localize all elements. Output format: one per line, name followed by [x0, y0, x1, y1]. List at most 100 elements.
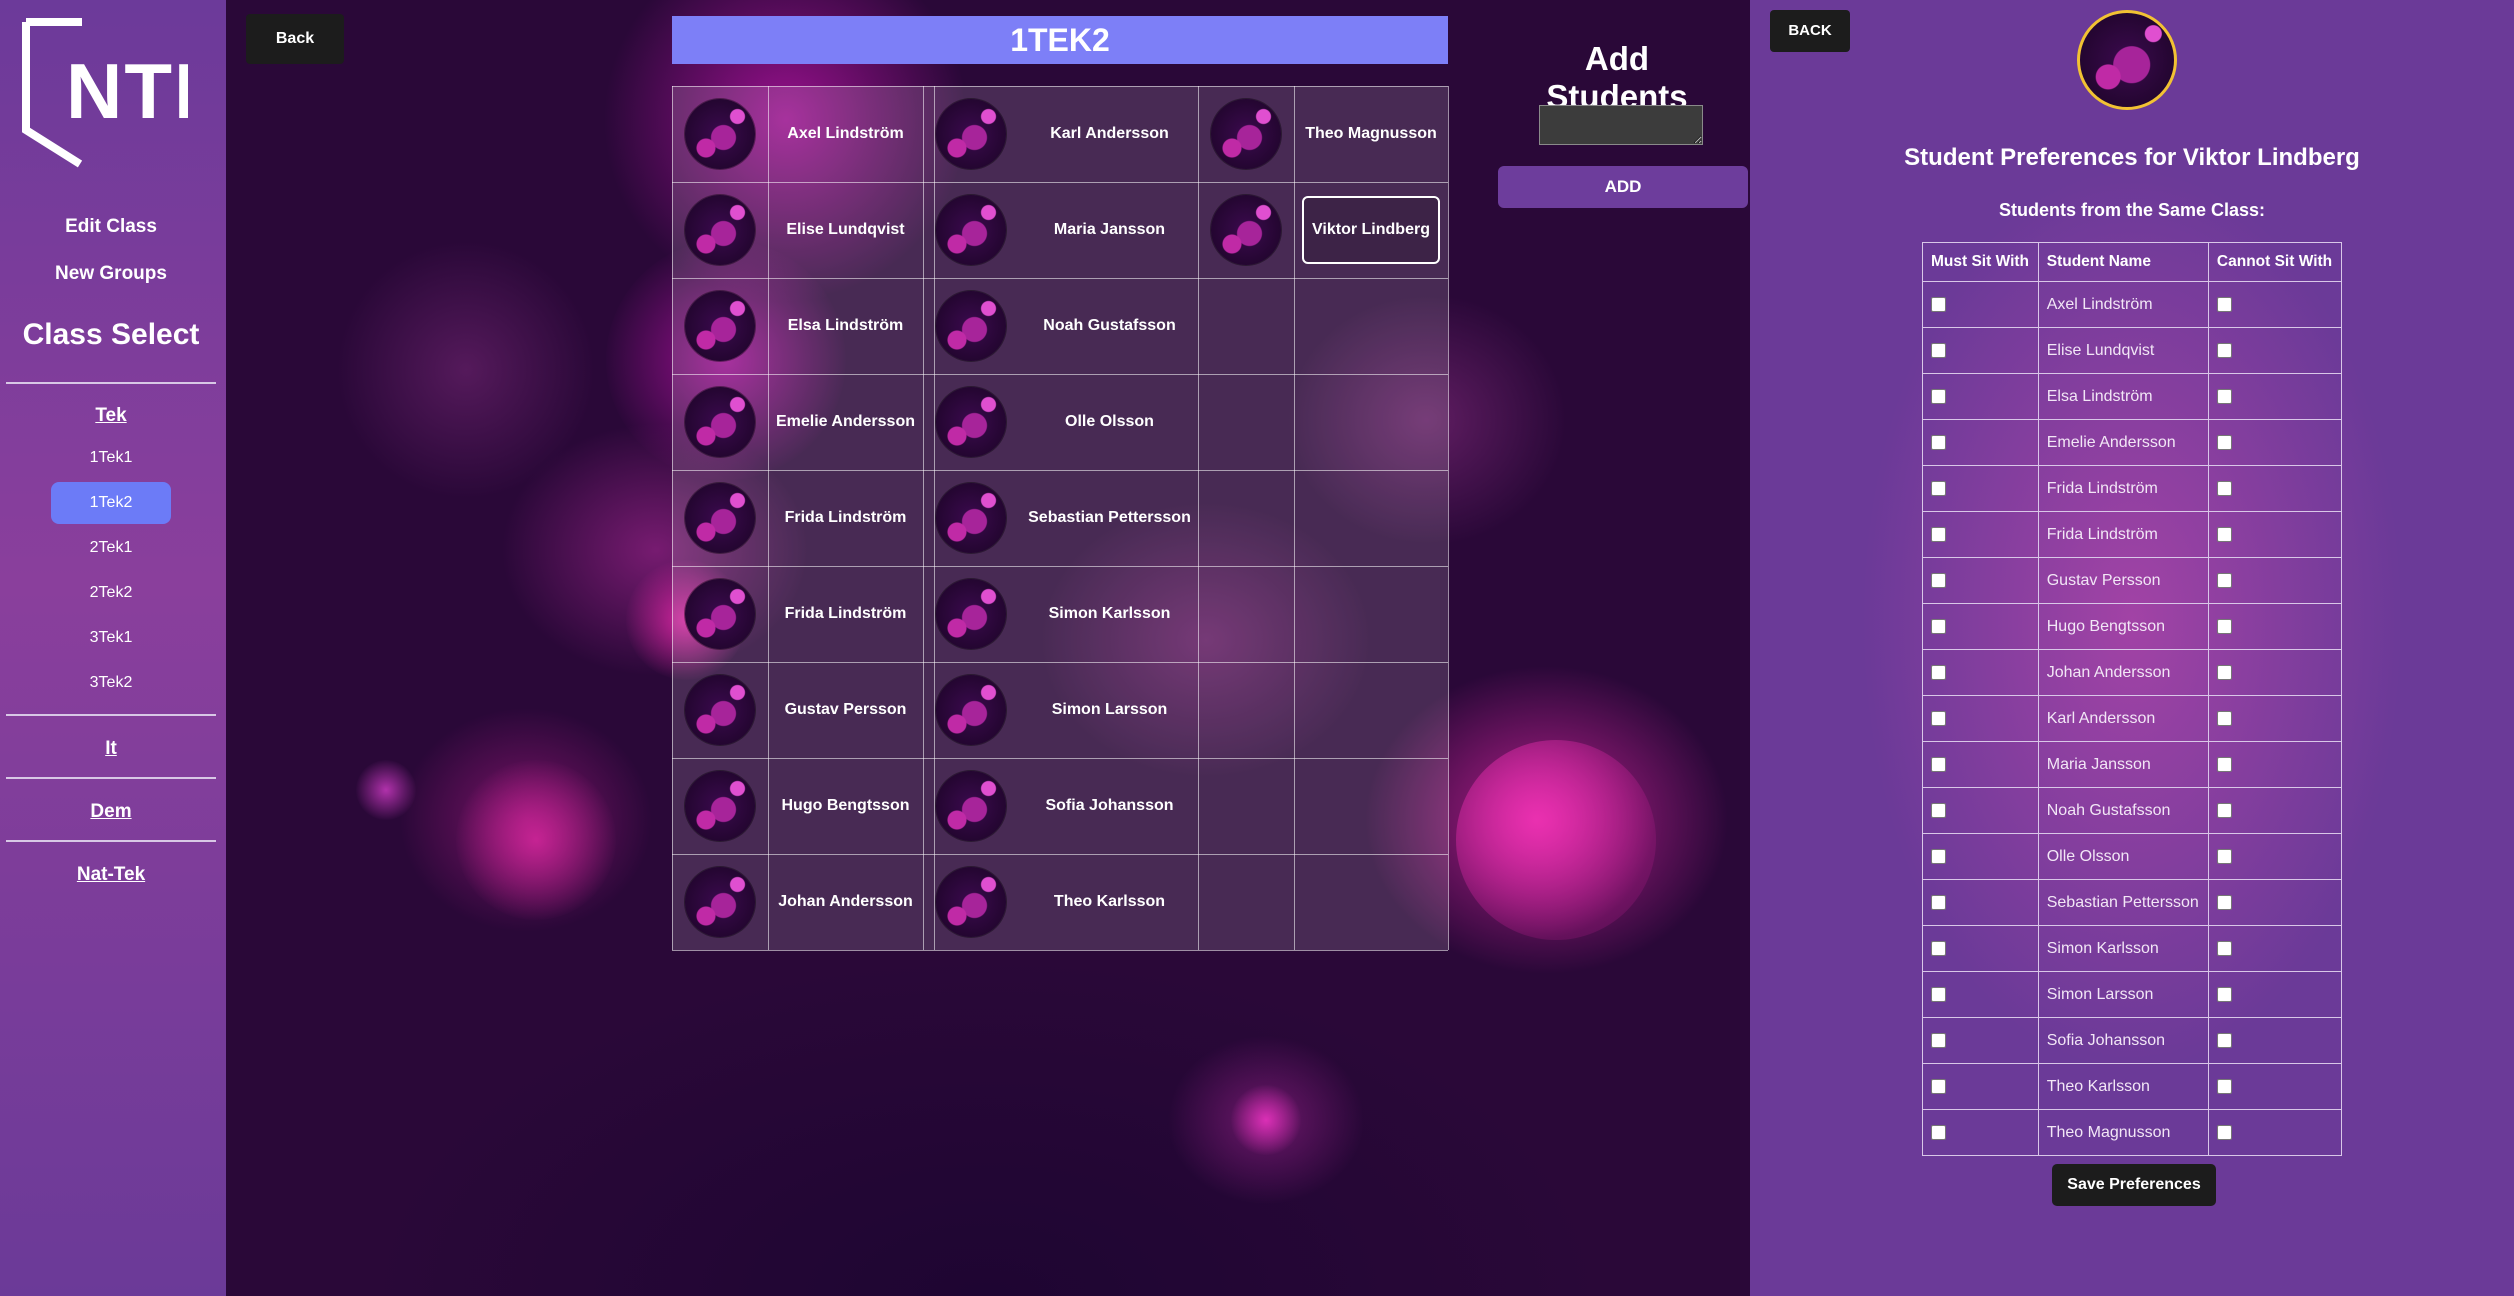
- student-seat[interactable]: Gustav Persson: [768, 662, 923, 758]
- student-name-cell: Karl Andersson: [2037, 695, 2209, 742]
- add-button[interactable]: ADD: [1498, 166, 1748, 208]
- must-sit-with-checkbox[interactable]: [1931, 1032, 1946, 1048]
- must-sit-with-checkbox[interactable]: [1931, 894, 1946, 910]
- save-preferences-button[interactable]: Save Preferences: [2052, 1164, 2216, 1206]
- cannot-sit-with-checkbox[interactable]: [2216, 894, 2232, 910]
- back-button[interactable]: BACK: [1770, 10, 1850, 52]
- must-sit-with-checkbox[interactable]: [1931, 940, 1946, 956]
- class-title: 1TEK2: [672, 16, 1448, 64]
- student-seat[interactable]: Frida Lindström: [768, 566, 923, 662]
- student-seat[interactable]: Johan Andersson: [768, 854, 923, 950]
- group-tek[interactable]: Tek: [0, 405, 222, 427]
- cannot-sit-cell: [2207, 695, 2343, 742]
- cannot-sit-with-checkbox[interactable]: [2216, 1032, 2232, 1048]
- class-item-1tek2[interactable]: 1Tek2: [51, 482, 171, 524]
- student-seat[interactable]: Sofia Johansson: [1021, 758, 1198, 854]
- cannot-sit-with-checkbox[interactable]: [2216, 434, 2232, 450]
- must-sit-with-checkbox[interactable]: [1931, 480, 1946, 496]
- student-avatar: [936, 195, 1006, 265]
- background-bubble: [1456, 740, 1656, 940]
- student-seat[interactable]: Maria Jansson: [1021, 182, 1198, 278]
- must-sit-with-checkbox[interactable]: [1931, 342, 1946, 358]
- cannot-sit-cell: [2207, 649, 2343, 696]
- student-seat[interactable]: Viktor Lindberg: [1294, 182, 1448, 278]
- cannot-sit-with-checkbox[interactable]: [2216, 296, 2232, 312]
- cannot-sit-with-checkbox[interactable]: [2216, 940, 2232, 956]
- class-item-3tek1[interactable]: 3Tek1: [0, 629, 222, 647]
- table-row: Johan Andersson: [1922, 649, 2343, 696]
- group-it[interactable]: It: [0, 738, 222, 760]
- student-name-cell: Maria Jansson: [2037, 741, 2209, 788]
- grid-line: [923, 86, 924, 950]
- class-item-2tek1[interactable]: 2Tek1: [0, 539, 222, 557]
- must-sit-cell: [1922, 511, 2039, 558]
- grid-line: [672, 86, 673, 950]
- must-sit-with-checkbox[interactable]: [1931, 802, 1946, 818]
- student-seat[interactable]: Theo Magnusson: [1294, 86, 1448, 182]
- must-sit-with-checkbox[interactable]: [1931, 572, 1946, 588]
- cannot-sit-with-checkbox[interactable]: [2216, 618, 2232, 634]
- must-sit-with-checkbox[interactable]: [1931, 618, 1946, 634]
- main-area: Back 1TEK2 Axel Lindström Elise Lundqvist…: [226, 0, 1750, 1296]
- must-sit-with-checkbox[interactable]: [1931, 848, 1946, 864]
- cannot-sit-with-checkbox[interactable]: [2216, 480, 2232, 496]
- student-avatar: [936, 675, 1006, 745]
- cannot-sit-with-checkbox[interactable]: [2216, 572, 2232, 588]
- cannot-sit-cell: [2207, 833, 2343, 880]
- class-item-3tek2[interactable]: 3Tek2: [0, 674, 222, 692]
- add-student-input[interactable]: [1539, 105, 1703, 145]
- student-seat[interactable]: Elsa Lindström: [768, 278, 923, 374]
- new-groups-link[interactable]: New Groups: [0, 263, 222, 285]
- cannot-sit-with-checkbox[interactable]: [2216, 802, 2232, 818]
- student-seat[interactable]: Sebastian Pettersson: [1021, 470, 1198, 566]
- group-dem[interactable]: Dem: [0, 801, 222, 823]
- student-seat[interactable]: Elise Lundqvist: [768, 182, 923, 278]
- preferences-panel: BACK Student Preferences for Viktor Lind…: [1750, 0, 2514, 1296]
- group-nat-tek[interactable]: Nat-Tek: [0, 864, 222, 886]
- student-avatar: [936, 771, 1006, 841]
- back-button[interactable]: Back: [246, 14, 344, 64]
- must-sit-with-checkbox[interactable]: [1931, 434, 1946, 450]
- must-sit-cell: [1922, 603, 2039, 650]
- cannot-sit-with-checkbox[interactable]: [2216, 756, 2232, 772]
- cannot-sit-with-checkbox[interactable]: [2216, 1124, 2232, 1140]
- cannot-sit-with-checkbox[interactable]: [2216, 848, 2232, 864]
- student-seat[interactable]: Hugo Bengtsson: [768, 758, 923, 854]
- student-seat[interactable]: Theo Karlsson: [1021, 854, 1198, 950]
- student-seat[interactable]: Frida Lindström: [768, 470, 923, 566]
- must-sit-with-checkbox[interactable]: [1931, 664, 1946, 680]
- student-seat[interactable]: Emelie Andersson: [768, 374, 923, 470]
- must-sit-cell: [1922, 1063, 2039, 1110]
- student-name-cell: Theo Karlsson: [2037, 1063, 2209, 1110]
- cannot-sit-with-checkbox[interactable]: [2216, 710, 2232, 726]
- selected-student-seat[interactable]: Viktor Lindberg: [1302, 196, 1440, 264]
- must-sit-with-checkbox[interactable]: [1931, 388, 1946, 404]
- student-avatar: [685, 579, 755, 649]
- class-item-2tek2[interactable]: 2Tek2: [0, 584, 222, 602]
- must-sit-with-checkbox[interactable]: [1931, 1124, 1946, 1140]
- student-seat[interactable]: Simon Karlsson: [1021, 566, 1198, 662]
- class-item-1tek1[interactable]: 1Tek1: [0, 449, 222, 467]
- cannot-sit-with-checkbox[interactable]: [2216, 664, 2232, 680]
- must-sit-with-checkbox[interactable]: [1931, 986, 1946, 1002]
- student-seat[interactable]: Simon Larsson: [1021, 662, 1198, 758]
- cannot-sit-with-checkbox[interactable]: [2216, 342, 2232, 358]
- cannot-sit-with-checkbox[interactable]: [2216, 388, 2232, 404]
- student-seat[interactable]: Karl Andersson: [1021, 86, 1198, 182]
- must-sit-with-checkbox[interactable]: [1931, 1078, 1946, 1094]
- student-name-cell: Johan Andersson: [2037, 649, 2209, 696]
- edit-class-link[interactable]: Edit Class: [0, 216, 222, 238]
- must-sit-cell: [1922, 419, 2039, 466]
- student-seat[interactable]: Olle Olsson: [1021, 374, 1198, 470]
- student-seat[interactable]: Noah Gustafsson: [1021, 278, 1198, 374]
- cannot-sit-with-checkbox[interactable]: [2216, 1078, 2232, 1094]
- must-sit-cell: [1922, 695, 2039, 742]
- must-sit-with-checkbox[interactable]: [1931, 756, 1946, 772]
- must-sit-with-checkbox[interactable]: [1931, 710, 1946, 726]
- must-sit-with-checkbox[interactable]: [1931, 296, 1946, 312]
- must-sit-with-checkbox[interactable]: [1931, 526, 1946, 542]
- cannot-sit-with-checkbox[interactable]: [2216, 526, 2232, 542]
- student-seat[interactable]: Axel Lindström: [768, 86, 923, 182]
- preferences-table: Must Sit With Student Name Cannot Sit Wi…: [1922, 242, 2343, 1156]
- cannot-sit-with-checkbox[interactable]: [2216, 986, 2232, 1002]
